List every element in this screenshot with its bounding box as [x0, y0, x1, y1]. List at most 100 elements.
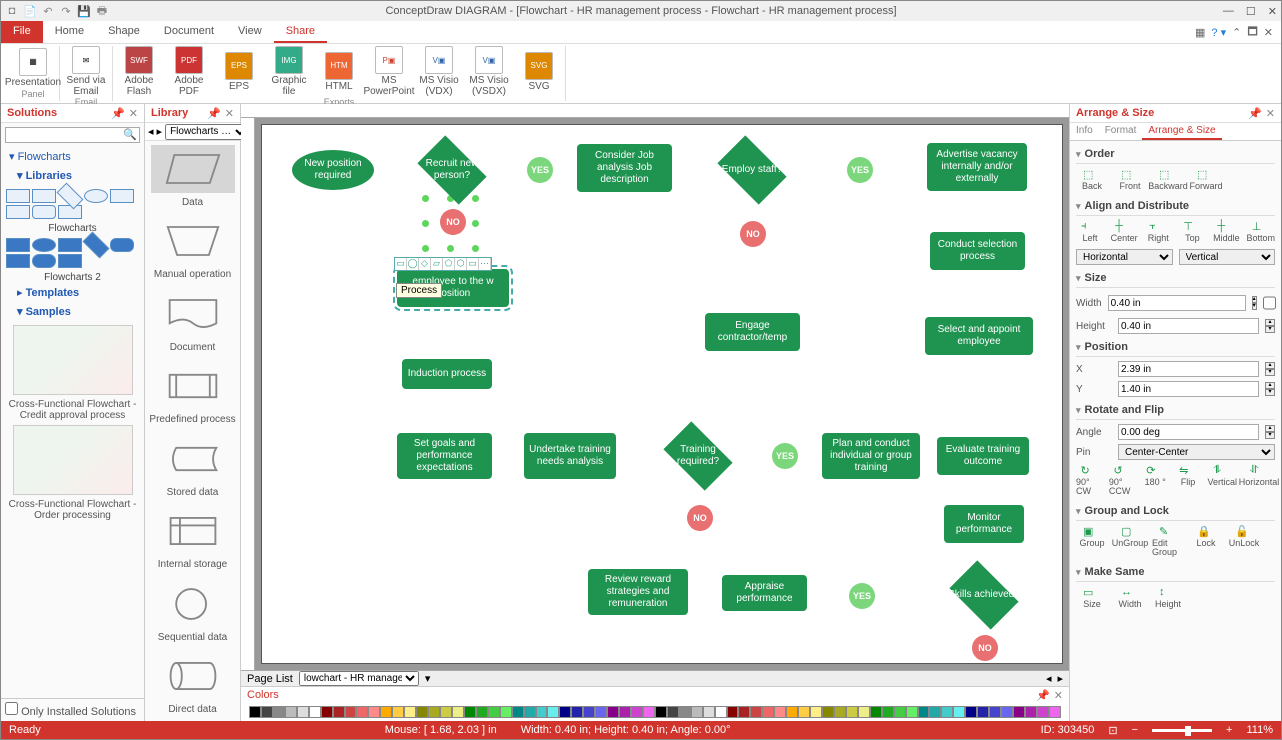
color-swatch[interactable] — [571, 706, 583, 718]
lib-stored-data[interactable] — [151, 435, 235, 483]
node-n16[interactable]: Monitor performance — [944, 505, 1024, 543]
node-n13[interactable]: Training required? — [658, 429, 738, 483]
color-swatch[interactable] — [368, 706, 380, 718]
qat-redo-icon[interactable]: ↷ — [59, 4, 73, 18]
shape-set-1[interactable] — [5, 188, 140, 220]
color-swatch[interactable] — [1001, 706, 1013, 718]
order-backward[interactable]: ⬚Backward — [1152, 168, 1184, 191]
sample-thumb-1[interactable] — [13, 325, 133, 395]
ribbon-graphic-file[interactable]: IMGGraphic file — [267, 46, 311, 97]
color-swatch[interactable] — [607, 706, 619, 718]
qat-print-icon[interactable]: 🖶 — [95, 4, 109, 18]
close-doc-icon[interactable]: ✕ — [1264, 26, 1273, 39]
color-swatch[interactable] — [679, 706, 691, 718]
color-swatch[interactable] — [798, 706, 810, 718]
color-swatches[interactable] — [241, 703, 1069, 721]
zoom-in-icon[interactable]: + — [1226, 724, 1232, 736]
color-swatch[interactable] — [834, 706, 846, 718]
color-swatch[interactable] — [703, 706, 715, 718]
menu-shape[interactable]: Shape — [96, 21, 152, 43]
help-icon[interactable]: ? ▾ — [1211, 26, 1226, 39]
ribbon-presentation[interactable]: ▦Presentation — [11, 48, 55, 88]
color-swatch[interactable] — [595, 706, 607, 718]
panel-close-icon[interactable]: ✕ — [1054, 689, 1063, 702]
shape-mini-toolbar[interactable]: ▭◯◇▱⬠⬡▭⋯ — [394, 257, 492, 271]
min-ribbon-icon[interactable]: ⌃ — [1232, 26, 1241, 39]
align-right[interactable]: ⫟Right — [1144, 220, 1172, 243]
color-swatch[interactable] — [583, 706, 595, 718]
rot-180[interactable]: ⟳180 ° — [1142, 464, 1169, 496]
diagram-canvas[interactable]: New position requiredRecruit new person?… — [261, 124, 1063, 664]
color-swatch[interactable] — [631, 706, 643, 718]
color-swatch[interactable] — [989, 706, 1001, 718]
color-swatch[interactable] — [559, 706, 571, 718]
pin-icon[interactable]: 📌 — [207, 107, 221, 120]
panel-close-icon[interactable]: ✕ — [1266, 107, 1275, 120]
node-n17[interactable]: Skills achieved? — [944, 568, 1024, 622]
node-no1[interactable]: NO — [440, 209, 466, 235]
color-swatch[interactable] — [882, 706, 894, 718]
lock[interactable]: 🔒Lock — [1190, 525, 1222, 557]
lib-back-icon[interactable]: ◂ — [148, 125, 154, 138]
sec-make-same[interactable]: Make Same — [1076, 563, 1275, 582]
same-size[interactable]: ▭Size — [1076, 586, 1108, 609]
zoom-out-icon[interactable]: − — [1132, 724, 1138, 736]
color-swatch[interactable] — [285, 706, 297, 718]
same-width[interactable]: ↔Width — [1114, 586, 1146, 609]
qat-save-icon[interactable]: 💾 — [77, 4, 91, 18]
color-swatch[interactable] — [321, 706, 333, 718]
color-swatch[interactable] — [428, 706, 440, 718]
sec-order[interactable]: Order — [1076, 145, 1275, 164]
ribbon-adobe-pdf[interactable]: PDFAdobe PDF — [167, 46, 211, 97]
scroll-left-icon[interactable]: ◂ — [1046, 672, 1052, 685]
color-swatch[interactable] — [464, 706, 476, 718]
color-swatch[interactable] — [953, 706, 965, 718]
color-swatch[interactable] — [619, 706, 631, 718]
lib-manual-op[interactable] — [151, 218, 235, 266]
color-swatch[interactable] — [918, 706, 930, 718]
node-n4[interactable]: Employ staff? — [712, 143, 792, 197]
color-swatch[interactable] — [392, 706, 404, 718]
color-swatch[interactable] — [547, 706, 559, 718]
menu-home[interactable]: Home — [43, 21, 96, 43]
pin-icon[interactable]: 📌 — [1248, 107, 1262, 120]
color-swatch[interactable] — [297, 706, 309, 718]
ribbon-adobe-flash[interactable]: SWFAdobe Flash — [117, 46, 161, 97]
ribbon-svg[interactable]: SVGSVG — [517, 52, 561, 92]
align-bottom[interactable]: ⊥Bottom — [1246, 220, 1275, 243]
node-n19[interactable]: Review reward strategies and remuneratio… — [588, 569, 688, 615]
color-swatch[interactable] — [750, 706, 762, 718]
tab-format[interactable]: Format — [1099, 123, 1143, 140]
flip[interactable]: ⇋Flip — [1175, 464, 1202, 496]
ribbon-send-email[interactable]: ✉Send via Email — [64, 46, 108, 97]
height-input[interactable] — [1118, 318, 1259, 334]
lib-fwd-icon[interactable]: ▸ — [157, 125, 163, 138]
menu-document[interactable]: Document — [152, 21, 226, 43]
minimize-icon[interactable]: — — [1223, 5, 1234, 18]
same-height[interactable]: ↕Height — [1152, 586, 1184, 609]
color-swatch[interactable] — [977, 706, 989, 718]
color-swatch[interactable] — [273, 706, 285, 718]
close-icon[interactable]: ✕ — [1268, 5, 1277, 18]
pin-select[interactable]: Center-Center — [1118, 444, 1275, 460]
color-swatch[interactable] — [667, 706, 679, 718]
pin-icon[interactable]: 📌 — [111, 107, 125, 120]
tree-libraries[interactable]: ▾ Libraries — [13, 166, 140, 185]
lib-sequential-data[interactable] — [151, 580, 235, 628]
color-swatch[interactable] — [727, 706, 739, 718]
color-swatch[interactable] — [404, 706, 416, 718]
qat-undo-icon[interactable]: ↶ — [41, 4, 55, 18]
tab-arrange[interactable]: Arrange & Size — [1142, 123, 1221, 140]
tab-info[interactable]: Info — [1070, 123, 1099, 140]
node-n5[interactable]: Advertise vacancy internally and/or exte… — [927, 143, 1027, 191]
distribute-h[interactable]: Horizontal — [1076, 249, 1173, 265]
lock-prop-check[interactable] — [1263, 295, 1276, 311]
align-top[interactable]: ⊤Top — [1178, 220, 1206, 243]
panel-close-icon[interactable]: ✕ — [129, 107, 138, 120]
color-swatch[interactable] — [715, 706, 727, 718]
node-no4[interactable]: NO — [972, 635, 998, 661]
align-center[interactable]: ┼Center — [1110, 220, 1138, 243]
ribbon-eps[interactable]: EPSEPS — [217, 52, 261, 92]
color-swatch[interactable] — [1025, 706, 1037, 718]
tree-flowcharts[interactable]: ▾ Flowcharts — [5, 147, 140, 166]
